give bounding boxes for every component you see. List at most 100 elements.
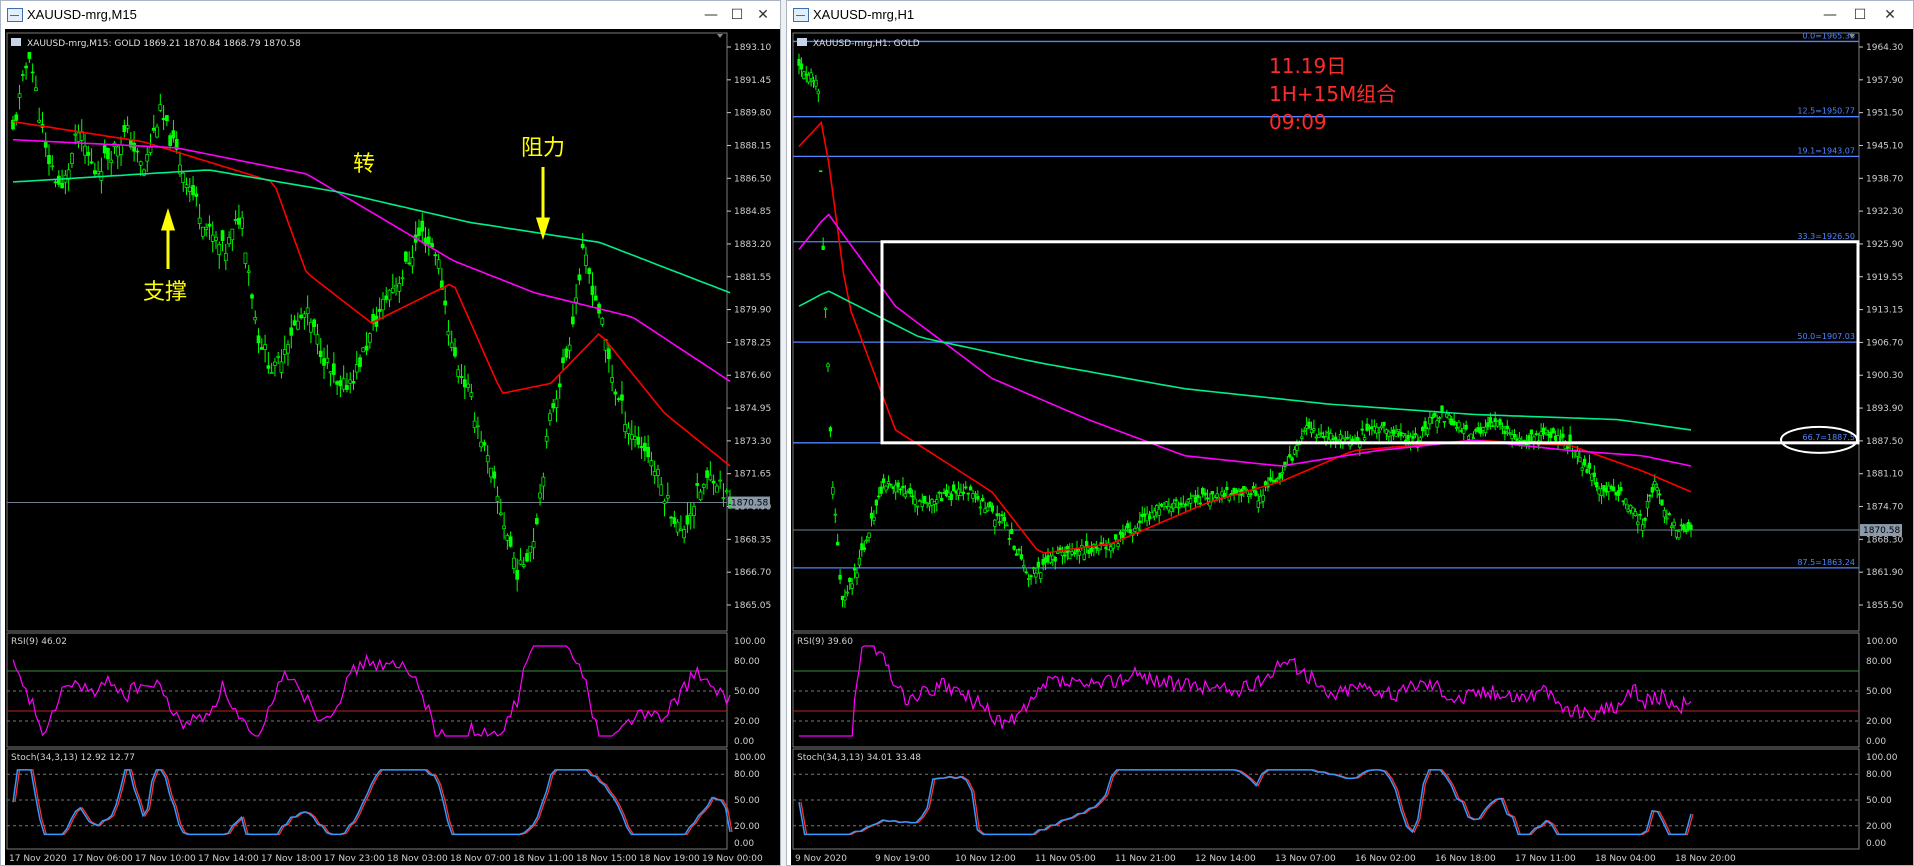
- close-icon[interactable]: ✕: [1877, 4, 1903, 26]
- minimize-icon[interactable]: —: [1817, 4, 1843, 26]
- time-label: 18 Nov 20:00: [1675, 854, 1736, 864]
- candle-body: [920, 502, 924, 507]
- maximize-icon[interactable]: ☐: [724, 4, 750, 26]
- candle-body: [937, 491, 941, 494]
- candle-body: [1007, 537, 1011, 540]
- candle-body: [502, 525, 506, 530]
- candle-body: [1360, 428, 1364, 431]
- candle-body: [178, 164, 182, 175]
- candle-body: [843, 596, 847, 601]
- titlebar[interactable]: XAUUSD-mrg,M15 — ☐ ✕: [1, 1, 780, 29]
- candle-body: [263, 344, 267, 350]
- candle-body: [1440, 405, 1444, 412]
- candle-body: [997, 521, 1002, 524]
- candle-body: [492, 471, 497, 479]
- candle-body: [266, 365, 271, 369]
- candle-body: [685, 515, 690, 525]
- candle-body: [1650, 487, 1654, 493]
- candle-body: [1471, 437, 1476, 439]
- window-m15[interactable]: XAUUSD-mrg,M15 — ☐ ✕ 1893.10 1891.45 1889.…: [0, 0, 781, 866]
- candle-body: [577, 274, 582, 281]
- candle-body: [276, 355, 281, 358]
- candle-body: [1094, 546, 1098, 549]
- candle-body: [328, 371, 333, 374]
- candle-body: [925, 502, 929, 505]
- rsi-tick-label: 80.00: [734, 657, 760, 667]
- candle-body: [698, 491, 703, 501]
- candle-body: [915, 505, 920, 508]
- candle-body: [70, 153, 74, 164]
- time-label: 17 Nov 10:00: [135, 854, 196, 864]
- rsi-tick-label: 0.00: [734, 737, 754, 747]
- candle-body: [227, 236, 231, 245]
- candle-body: [214, 236, 218, 241]
- minimize-icon[interactable]: —: [698, 4, 724, 26]
- candle-body: [292, 320, 297, 326]
- candle-body: [1275, 478, 1280, 481]
- candle-body: [269, 372, 274, 374]
- candle-body: [407, 262, 412, 265]
- candle-body: [1017, 548, 1021, 551]
- time-label: 17 Nov 18:00: [261, 854, 322, 864]
- candle-body: [1196, 494, 1200, 499]
- candle-body: [557, 383, 562, 388]
- rsi-tick-label: 80.00: [1866, 657, 1892, 667]
- candle-body: [554, 398, 559, 408]
- candle-body: [168, 135, 173, 146]
- fib-level-label: 0.0=1965.36: [1802, 31, 1855, 40]
- price-tick-label: 1925.90: [1866, 240, 1903, 250]
- candle-body: [1619, 487, 1623, 492]
- candle-body: [1411, 435, 1415, 439]
- candle-body: [833, 513, 837, 516]
- candle-body: [1595, 482, 1599, 488]
- candle-body: [626, 427, 631, 434]
- candle-body: [966, 492, 970, 495]
- candle-body: [505, 535, 510, 541]
- chart-canvas-h1[interactable]: 1964.30 1957.90 1951.50 1945.10 1938.70 1932.…: [791, 29, 1913, 865]
- titlebar[interactable]: XAUUSD-mrg,H1 — ☐ ✕: [787, 1, 1913, 29]
- candle-body: [692, 506, 696, 516]
- candle-body: [259, 347, 264, 350]
- rsi-label: RSI(9) 39.60: [797, 637, 853, 647]
- close-icon[interactable]: ✕: [750, 4, 776, 26]
- candle-body: [855, 572, 859, 578]
- chart-canvas-m15[interactable]: 1893.10 1891.45 1889.80 1888.15 1886.50 1884.…: [5, 29, 780, 865]
- candle-body: [1532, 436, 1536, 442]
- time-label: 18 Nov 19:00: [639, 854, 700, 864]
- annotation-arrow-down: [535, 167, 551, 241]
- candle-body: [1655, 487, 1659, 491]
- candle-body: [1039, 572, 1043, 580]
- price-tick-label: 1893.10: [734, 43, 771, 53]
- candle-body: [857, 557, 862, 566]
- candle-body: [561, 357, 565, 364]
- candle-body: [1582, 458, 1587, 466]
- candle-body: [1026, 578, 1031, 580]
- price-tick-label: 1874.70: [1866, 503, 1903, 513]
- chart-info-line: XAUUSD-mrg,H1: GOLD: [813, 39, 920, 49]
- time-label: 10 Nov 12:00: [955, 854, 1016, 864]
- price-tick-label: 1886.50: [734, 174, 771, 184]
- candle-body: [1005, 524, 1009, 527]
- candle-body: [289, 327, 294, 336]
- candle-body: [194, 193, 199, 197]
- candle-body: [662, 500, 667, 504]
- candle-body: [1242, 485, 1246, 490]
- candle-body: [1002, 517, 1007, 522]
- candle-body: [1396, 429, 1401, 432]
- candle-body: [27, 52, 32, 59]
- window-h1[interactable]: XAUUSD-mrg,H1 — ☐ ✕ 1964.30 1957.90 1951.5…: [786, 0, 1914, 866]
- maximize-icon[interactable]: ☐: [1847, 4, 1873, 26]
- candle-body: [390, 287, 395, 293]
- price-tick-label: 1945.10: [1866, 141, 1903, 151]
- candle-body: [564, 348, 569, 358]
- candle-body: [453, 347, 457, 357]
- candle-body: [1611, 486, 1616, 492]
- candle-body: [250, 294, 254, 299]
- candle-body: [351, 381, 356, 384]
- candle-body: [639, 445, 644, 449]
- time-label: 12 Nov 14:00: [1195, 854, 1256, 864]
- candle-body: [1491, 425, 1495, 428]
- candle-body: [106, 148, 110, 160]
- candle-body: [1280, 472, 1285, 475]
- candle-body: [1377, 430, 1381, 433]
